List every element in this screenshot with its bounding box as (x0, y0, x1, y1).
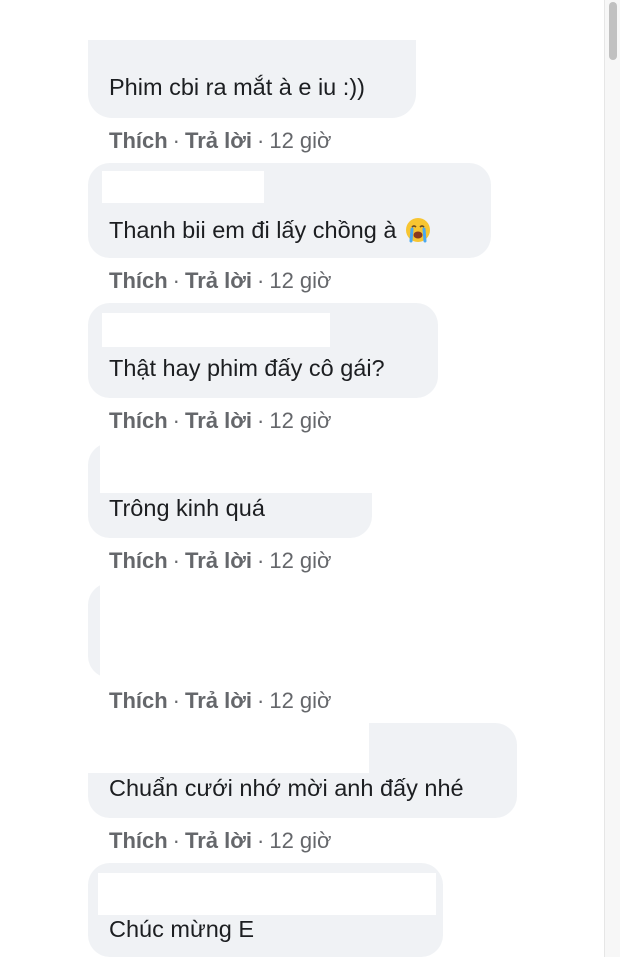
comment-bubble: Thanh bii em đi lấy chồng à (88, 163, 491, 258)
vertical-scrollbar[interactable] (604, 0, 620, 957)
like-button[interactable]: Thích (109, 268, 168, 293)
comment-bubble: Trông kinh quá (88, 443, 372, 538)
comment-text: Phim cbi ra mắt à e iu :)) (109, 74, 365, 100)
comment-actions: Thích · Trả lời · 12 giờ (109, 830, 331, 852)
separator-dot: · (172, 268, 180, 293)
like-button[interactable]: Thích (109, 128, 168, 153)
reply-button[interactable]: Trả lời (185, 688, 252, 713)
separator-dot: · (172, 828, 180, 853)
like-button[interactable]: Thích (109, 828, 168, 853)
like-button[interactable]: Thích (109, 548, 168, 573)
comment-item: Trông kinh quá Thích · Trả lời · 12 giờ (88, 443, 372, 572)
timestamp[interactable]: 12 giờ (269, 548, 331, 573)
like-button[interactable]: Thích (109, 408, 168, 433)
redacted-comment-content (100, 583, 368, 678)
reply-button[interactable]: Trả lời (185, 828, 252, 853)
reply-button[interactable]: Trả lời (185, 548, 252, 573)
comment-item: Chuẩn cưới nhớ mời anh đấy nhé Thích · Trả… (88, 723, 517, 852)
separator-dot: · (172, 548, 180, 573)
separator-dot: · (257, 548, 265, 573)
comment-text: Thanh bii em đi lấy chồng à (109, 217, 431, 243)
timestamp[interactable]: 12 giờ (269, 128, 331, 153)
comment-actions: Thích · Trả lời · 12 giờ (109, 270, 331, 292)
comment-item: Thanh bii em đi lấy chồng à Thích · Trả lờ… (88, 163, 491, 292)
like-button[interactable]: Thích (109, 688, 168, 713)
timestamp[interactable]: 12 giờ (269, 688, 331, 713)
scrollbar-thumb[interactable] (609, 2, 617, 60)
redacted-author-name (100, 443, 372, 493)
comment-text: Chuẩn cưới nhớ mời anh đấy nhé (109, 775, 464, 801)
comment-text: Chúc mừng E (109, 916, 255, 942)
timestamp[interactable]: 12 giờ (269, 828, 331, 853)
comment-item: Chúc mừng E (88, 863, 443, 957)
comment-text: Thật hay phim đấy cô gái? (109, 355, 385, 381)
separator-dot: · (257, 128, 265, 153)
redacted-author-name (98, 873, 436, 915)
comment-actions: Thích · Trả lời · 12 giờ (109, 690, 331, 712)
comment-item: Phim cbi ra mắt à e iu :)) Thích · Trả lời… (88, 40, 416, 152)
reply-button[interactable]: Trả lời (185, 128, 252, 153)
comment-bubble (88, 583, 368, 678)
timestamp[interactable]: 12 giờ (269, 268, 331, 293)
timestamp[interactable]: 12 giờ (269, 408, 331, 433)
separator-dot: · (172, 408, 180, 433)
comment-bubble: Chúc mừng E (88, 863, 443, 957)
redacted-author-name (102, 313, 330, 347)
comment-item: Thích · Trả lời · 12 giờ (88, 583, 368, 712)
comment-text: Trông kinh quá (109, 495, 265, 521)
comment-bubble: Chuẩn cưới nhớ mời anh đấy nhé (88, 723, 517, 818)
redacted-author-name (102, 171, 264, 203)
reply-button[interactable]: Trả lời (185, 408, 252, 433)
redacted-author-name (88, 723, 369, 773)
comment-actions: Thích · Trả lời · 12 giờ (109, 410, 331, 432)
comment-actions: Thích · Trả lời · 12 giờ (109, 130, 331, 152)
comment-bubble: Thật hay phim đấy cô gái? (88, 303, 438, 398)
separator-dot: · (172, 128, 180, 153)
separator-dot: · (257, 828, 265, 853)
comment-item: Thật hay phim đấy cô gái? Thích · Trả lời ·… (88, 303, 438, 432)
comment-bubble: Phim cbi ra mắt à e iu :)) (88, 40, 416, 118)
separator-dot: · (257, 688, 265, 713)
crying-face-emoji-icon (405, 217, 431, 243)
comment-feed: Phim cbi ra mắt à e iu :)) Thích · Trả lời… (0, 0, 604, 957)
comment-actions: Thích · Trả lời · 12 giờ (109, 550, 331, 572)
separator-dot: · (257, 408, 265, 433)
separator-dot: · (257, 268, 265, 293)
separator-dot: · (172, 688, 180, 713)
reply-button[interactable]: Trả lời (185, 268, 252, 293)
